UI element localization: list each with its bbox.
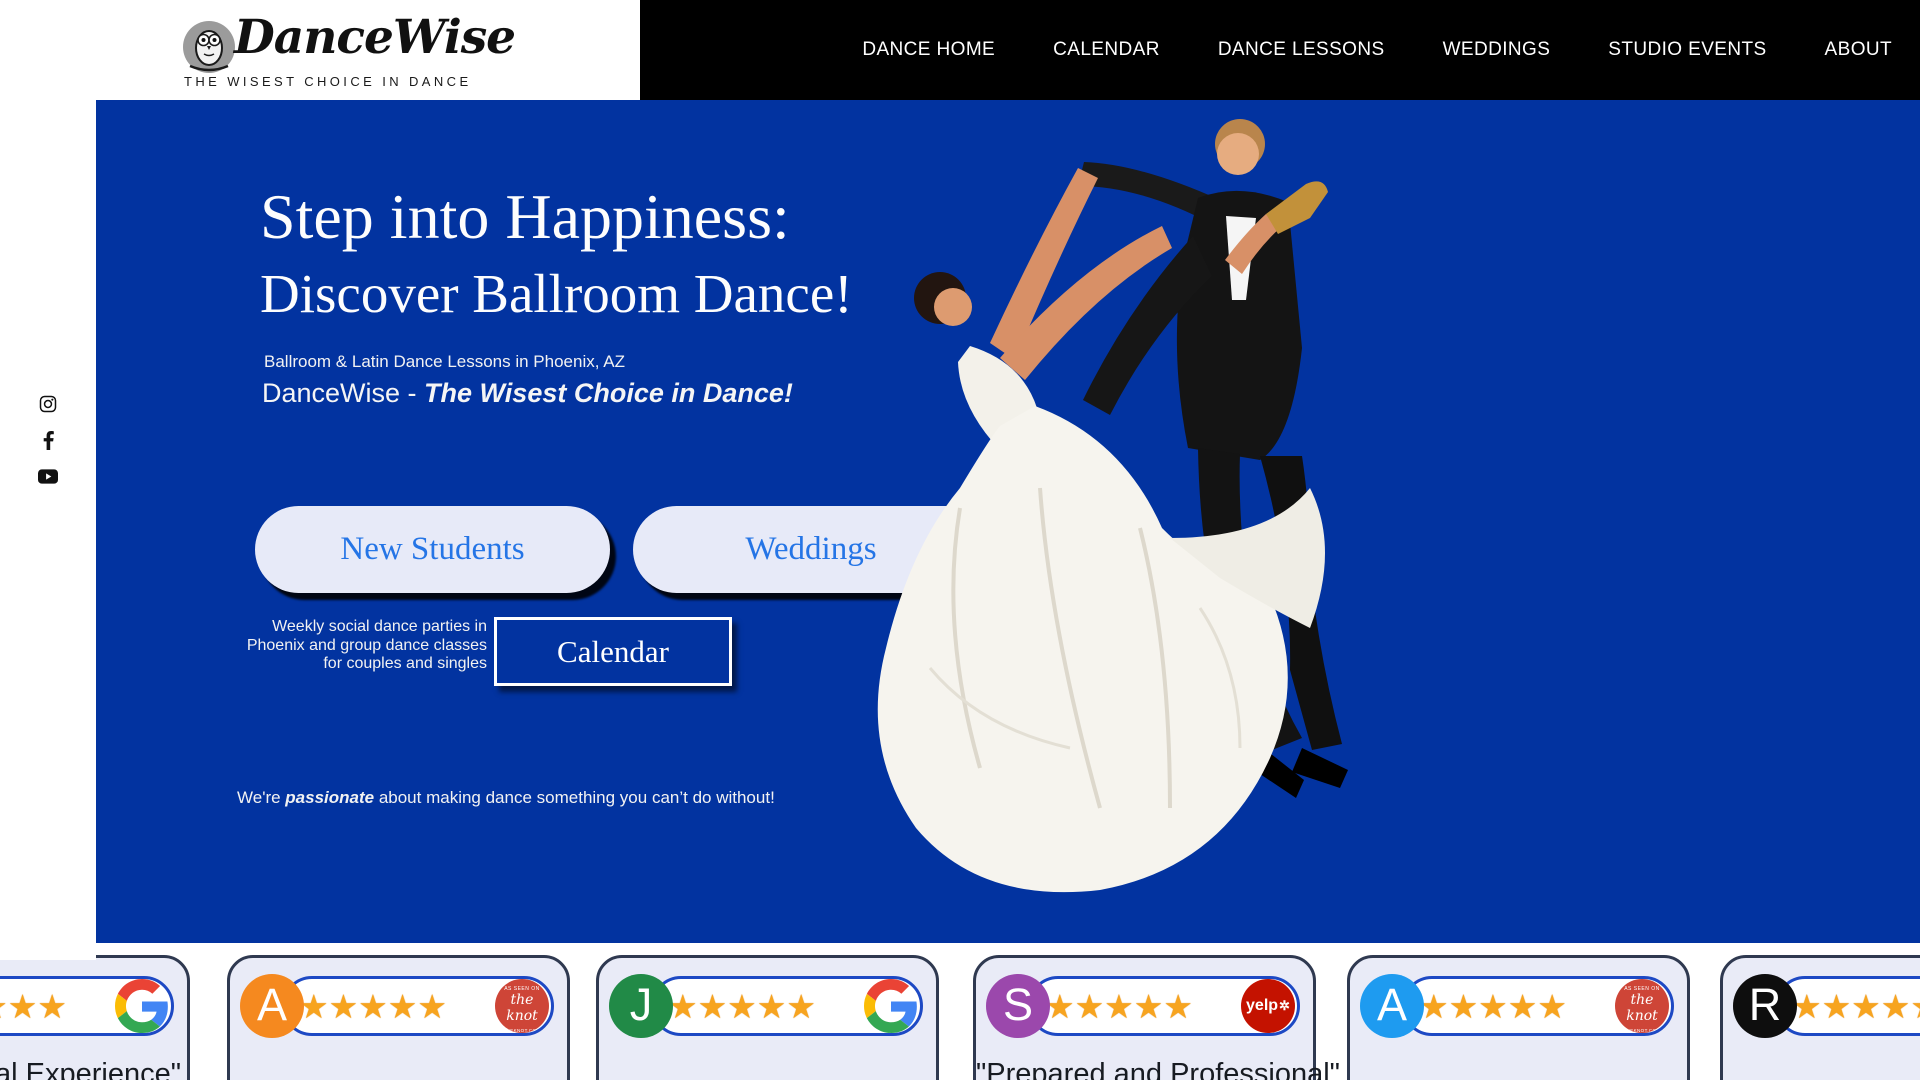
brand-logo[interactable]: DanceWise THE WISEST CHOICE IN DANCE — [182, 10, 516, 90]
knot-top-text: AS SEEN ON — [1624, 986, 1660, 992]
review-card[interactable]: ★★★★★ al Experience" — [0, 955, 190, 1080]
review-quote: "Prepared and Professional" — [976, 1058, 1340, 1080]
rating-pill: ★★★★★ AS SEEN ON the knot THEKNOT.COM — [282, 976, 554, 1036]
instagram-icon[interactable] — [38, 394, 58, 414]
passionate-suffix: about making dance something you can’t d… — [374, 788, 775, 807]
reviews-strip: ★★★★★ al Experience" A ★★★★★ AS SEEN ON … — [0, 955, 1920, 1080]
star-rating: ★★★★★ — [0, 986, 67, 1026]
hero-subheading: Ballroom & Latin Dance Lessons in Phoeni… — [264, 352, 625, 371]
weekly-line: Phoenix and group dance classes — [246, 636, 487, 654]
review-card[interactable]: R ★★★★★ — [1720, 955, 1920, 1080]
rating-pill: ★★★★★ — [651, 976, 923, 1036]
new-students-button[interactable]: New Students — [255, 506, 610, 593]
knot-name-text: the knot — [1626, 992, 1658, 1024]
rating-pill: ★★★★★ yelp ✲ — [1028, 976, 1300, 1036]
knot-bottom-text: THEKNOT.COM — [503, 1028, 541, 1033]
hero-brand-line: DanceWise - The Wisest Choice in Dance! — [262, 378, 793, 409]
nav-item-calendar[interactable]: CALENDAR — [1053, 39, 1160, 61]
star-rating: ★★★★★ — [299, 986, 447, 1026]
theknot-badge-icon: AS SEEN ON the knot THEKNOT.COM — [495, 979, 549, 1033]
page: DanceWise THE WISEST CHOICE IN DANCE DAN… — [0, 0, 1920, 1080]
weekly-line: for couples and singles — [323, 655, 487, 673]
nav-item-dance-home[interactable]: DANCE HOME — [862, 39, 995, 61]
passionate-text: We're passionate about making dance some… — [237, 788, 775, 808]
reviewer-avatar: S — [986, 974, 1050, 1038]
star-rating: ★★★★★ — [1419, 986, 1567, 1026]
yelp-burst-icon: ✲ — [1279, 998, 1290, 1013]
reviewer-avatar: R — [1733, 974, 1797, 1038]
facebook-icon[interactable] — [38, 430, 58, 450]
hero-heading-line2: Discover Ballroom Dance! — [260, 263, 853, 324]
nav-item-about[interactable]: ABOUT — [1825, 39, 1892, 61]
nav-item-studio-events[interactable]: STUDIO EVENTS — [1608, 39, 1766, 61]
hero-heading-line1: Step into Happiness: — [260, 181, 790, 252]
nav-item-weddings[interactable]: WEDDINGS — [1443, 39, 1551, 61]
weekly-parties-text: Weekly social dance parties in Phoenix a… — [214, 618, 487, 674]
main-nav: DANCE HOME CALENDAR DANCE LESSONS WEDDIN… — [640, 0, 1920, 100]
brand-tagline: THE WISEST CHOICE IN DANCE — [184, 74, 472, 89]
review-card[interactable]: A ★★★★★ AS SEEN ON the knot THEKNOT.COM — [1347, 955, 1690, 1080]
brand-name: DanceWise — [234, 10, 516, 65]
ballroom-dancers-image — [877, 119, 1348, 893]
social-sidebar — [0, 100, 96, 960]
yelp-text: yelp — [1246, 997, 1279, 1014]
knot-top-text: AS SEEN ON — [504, 986, 540, 992]
google-badge-icon — [864, 979, 918, 1033]
star-rating: ★★★★★ — [1792, 986, 1920, 1026]
owl-logo-icon — [183, 21, 235, 73]
review-card[interactable]: A ★★★★★ AS SEEN ON the knot THEKNOT.COM — [227, 955, 570, 1080]
hero-brand-emphasis: The Wisest Choice in Dance! — [424, 378, 793, 408]
reviewer-avatar: J — [609, 974, 673, 1038]
review-card[interactable]: S ★★★★★ yelp ✲ "Prepared and Professional… — [973, 955, 1340, 1080]
site-header: DanceWise THE WISEST CHOICE IN DANCE DAN… — [0, 0, 1920, 100]
calendar-button[interactable]: Calendar — [494, 617, 732, 686]
weekly-line: Weekly social dance parties in — [272, 618, 487, 635]
rating-pill: ★★★★★ — [0, 976, 174, 1036]
yelp-badge-icon: yelp ✲ — [1241, 979, 1295, 1033]
nav-item-dance-lessons[interactable]: DANCE LESSONS — [1218, 39, 1385, 61]
review-quote: al Experience" — [0, 1058, 181, 1080]
reviewer-avatar: A — [1360, 974, 1424, 1038]
knot-name-text: the knot — [506, 992, 538, 1024]
passionate-prefix: We're — [237, 788, 286, 807]
knot-bottom-text: THEKNOT.COM — [1623, 1028, 1661, 1033]
hero-brand-prefix: DanceWise - — [262, 378, 425, 408]
google-badge-icon — [115, 979, 169, 1033]
reviewer-avatar: A — [240, 974, 304, 1038]
star-rating: ★★★★★ — [668, 986, 816, 1026]
star-rating: ★★★★★ — [1045, 986, 1193, 1026]
youtube-icon[interactable] — [38, 466, 58, 486]
passionate-emphasis: passionate — [285, 788, 375, 807]
rating-pill: ★★★★★ AS SEEN ON the knot THEKNOT.COM — [1402, 976, 1674, 1036]
hero-section: Step into Happiness: Discover Ballroom D… — [96, 100, 1920, 943]
theknot-badge-icon: AS SEEN ON the knot THEKNOT.COM — [1615, 979, 1669, 1033]
review-card[interactable]: J ★★★★★ — [596, 955, 939, 1080]
